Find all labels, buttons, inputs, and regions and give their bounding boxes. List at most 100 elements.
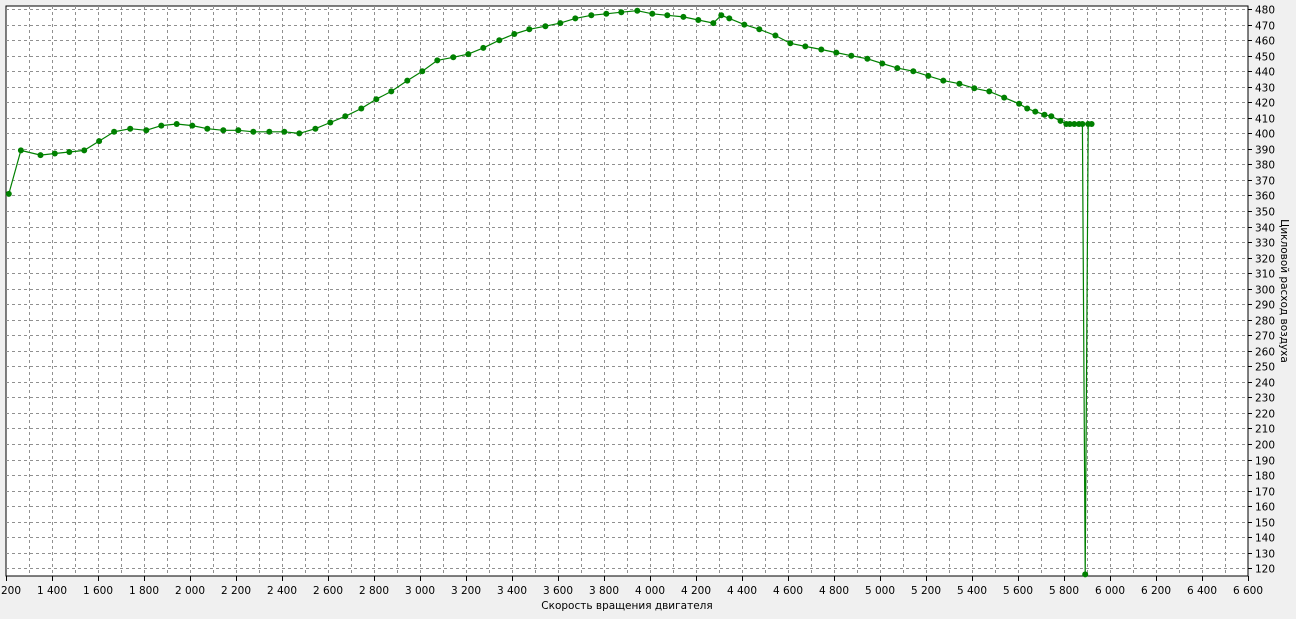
data-point: [526, 26, 533, 33]
y-tick-label: 140: [1255, 533, 1275, 545]
data-point: [588, 12, 595, 19]
y-tick-label: 270: [1255, 331, 1275, 343]
x-tick-label: 3 600: [543, 585, 573, 597]
data-point: [111, 128, 118, 135]
data-point: [787, 40, 794, 47]
y-tick-label: 460: [1255, 36, 1275, 48]
y-tick-label: 370: [1255, 176, 1275, 188]
data-point: [756, 26, 763, 33]
data-point: [726, 15, 733, 22]
x-tick-label: 2 000: [175, 585, 205, 597]
data-point: [710, 20, 717, 27]
data-point: [419, 68, 426, 75]
data-point: [96, 138, 103, 145]
data-point: [388, 88, 395, 95]
x-tick-label: 2 200: [221, 585, 251, 597]
x-axis: 1 200 1 400 1 600 1 800 2 000 2 200 2 400 2 600…: [0, 576, 1263, 597]
y-tick-label: 310: [1255, 269, 1275, 281]
data-point: [17, 147, 24, 154]
y-tick-label: 240: [1255, 378, 1275, 390]
data-point: [603, 10, 610, 17]
x-tick-label: 4 600: [773, 585, 803, 597]
data-point: [496, 37, 503, 44]
x-tick-label: 1 800: [129, 585, 159, 597]
data-point: [695, 17, 702, 23]
data-point: [250, 128, 257, 135]
y-tick-label: 400: [1255, 129, 1275, 141]
y-tick-label: 290: [1255, 300, 1275, 312]
data-point: [1032, 108, 1039, 115]
x-tick-label: 4 000: [635, 585, 665, 597]
data-point: [51, 150, 58, 157]
y-axis-title: Цикловой расход воздуха: [1278, 219, 1290, 363]
x-tick-label: 4 800: [819, 585, 849, 597]
data-point: [1041, 111, 1048, 118]
data-point: [281, 128, 288, 135]
data-point: [296, 130, 303, 137]
data-point: [266, 128, 273, 135]
y-tick-label: 120: [1255, 564, 1275, 576]
data-point: [971, 85, 978, 92]
y-tick-label: 130: [1255, 549, 1275, 561]
y-tick-label: 380: [1255, 160, 1275, 172]
y-tick-label: 340: [1255, 223, 1275, 235]
y-tick-label: 410: [1255, 114, 1275, 126]
x-tick-label: 3 000: [405, 585, 435, 597]
data-point: [818, 46, 825, 53]
data-point: [956, 80, 963, 87]
data-point: [1024, 105, 1031, 112]
data-point: [480, 44, 487, 51]
y-tick-label: 190: [1255, 456, 1275, 468]
data-point: [664, 12, 671, 19]
x-tick-label: 3 200: [451, 585, 481, 597]
data-point: [127, 125, 134, 132]
x-tick-label: 6 200: [1141, 585, 1171, 597]
y-tick-label: 150: [1255, 518, 1275, 530]
data-point: [940, 77, 947, 84]
data-point: [1057, 117, 1064, 124]
data-point: [986, 88, 993, 95]
data-point: [1048, 113, 1055, 120]
data-point: [235, 127, 242, 134]
x-axis-title: Скорость вращения двигателя: [541, 600, 712, 612]
data-point: [465, 51, 472, 58]
data-point: [1079, 121, 1086, 127]
x-tick-label: 3 800: [589, 585, 619, 597]
y-tick-label: 180: [1255, 471, 1275, 483]
data-point: [864, 55, 871, 62]
data-point: [143, 127, 150, 134]
data-point: [848, 52, 855, 59]
data-point: [81, 147, 88, 154]
y-tick-label: 360: [1255, 191, 1275, 203]
data-point: [37, 152, 44, 159]
x-tick-label: 2 600: [313, 585, 343, 597]
y-tick-label: 200: [1255, 440, 1275, 452]
x-tick-label: 1 600: [83, 585, 113, 597]
data-point: [1082, 571, 1089, 578]
chart-container: 1 200 1 400 1 600 1 800 2 000 2 200 2 400 2 600…: [0, 0, 1296, 615]
y-tick-label: 230: [1255, 393, 1275, 405]
data-point: [404, 77, 411, 84]
data-point: [342, 113, 349, 120]
data-point: [910, 68, 917, 75]
data-point: [358, 105, 365, 112]
data-point: [450, 54, 457, 61]
y-tick-label: 300: [1255, 285, 1275, 297]
y-tick-label: 250: [1255, 362, 1275, 374]
data-point: [1088, 121, 1095, 127]
x-tick-label: 2 800: [359, 585, 389, 597]
data-point: [649, 10, 656, 17]
y-tick-label: 320: [1255, 254, 1275, 266]
data-point: [511, 31, 518, 37]
y-tick-label: 210: [1255, 424, 1275, 436]
data-point: [189, 122, 196, 129]
data-point: [5, 190, 12, 197]
data-point: [741, 21, 748, 28]
data-point: [204, 125, 211, 132]
data-point: [66, 149, 73, 155]
data-point: [542, 23, 549, 30]
x-tick-label: 1 200: [0, 585, 21, 597]
data-point: [173, 121, 180, 127]
data-point: [572, 15, 579, 22]
data-point: [833, 49, 840, 56]
